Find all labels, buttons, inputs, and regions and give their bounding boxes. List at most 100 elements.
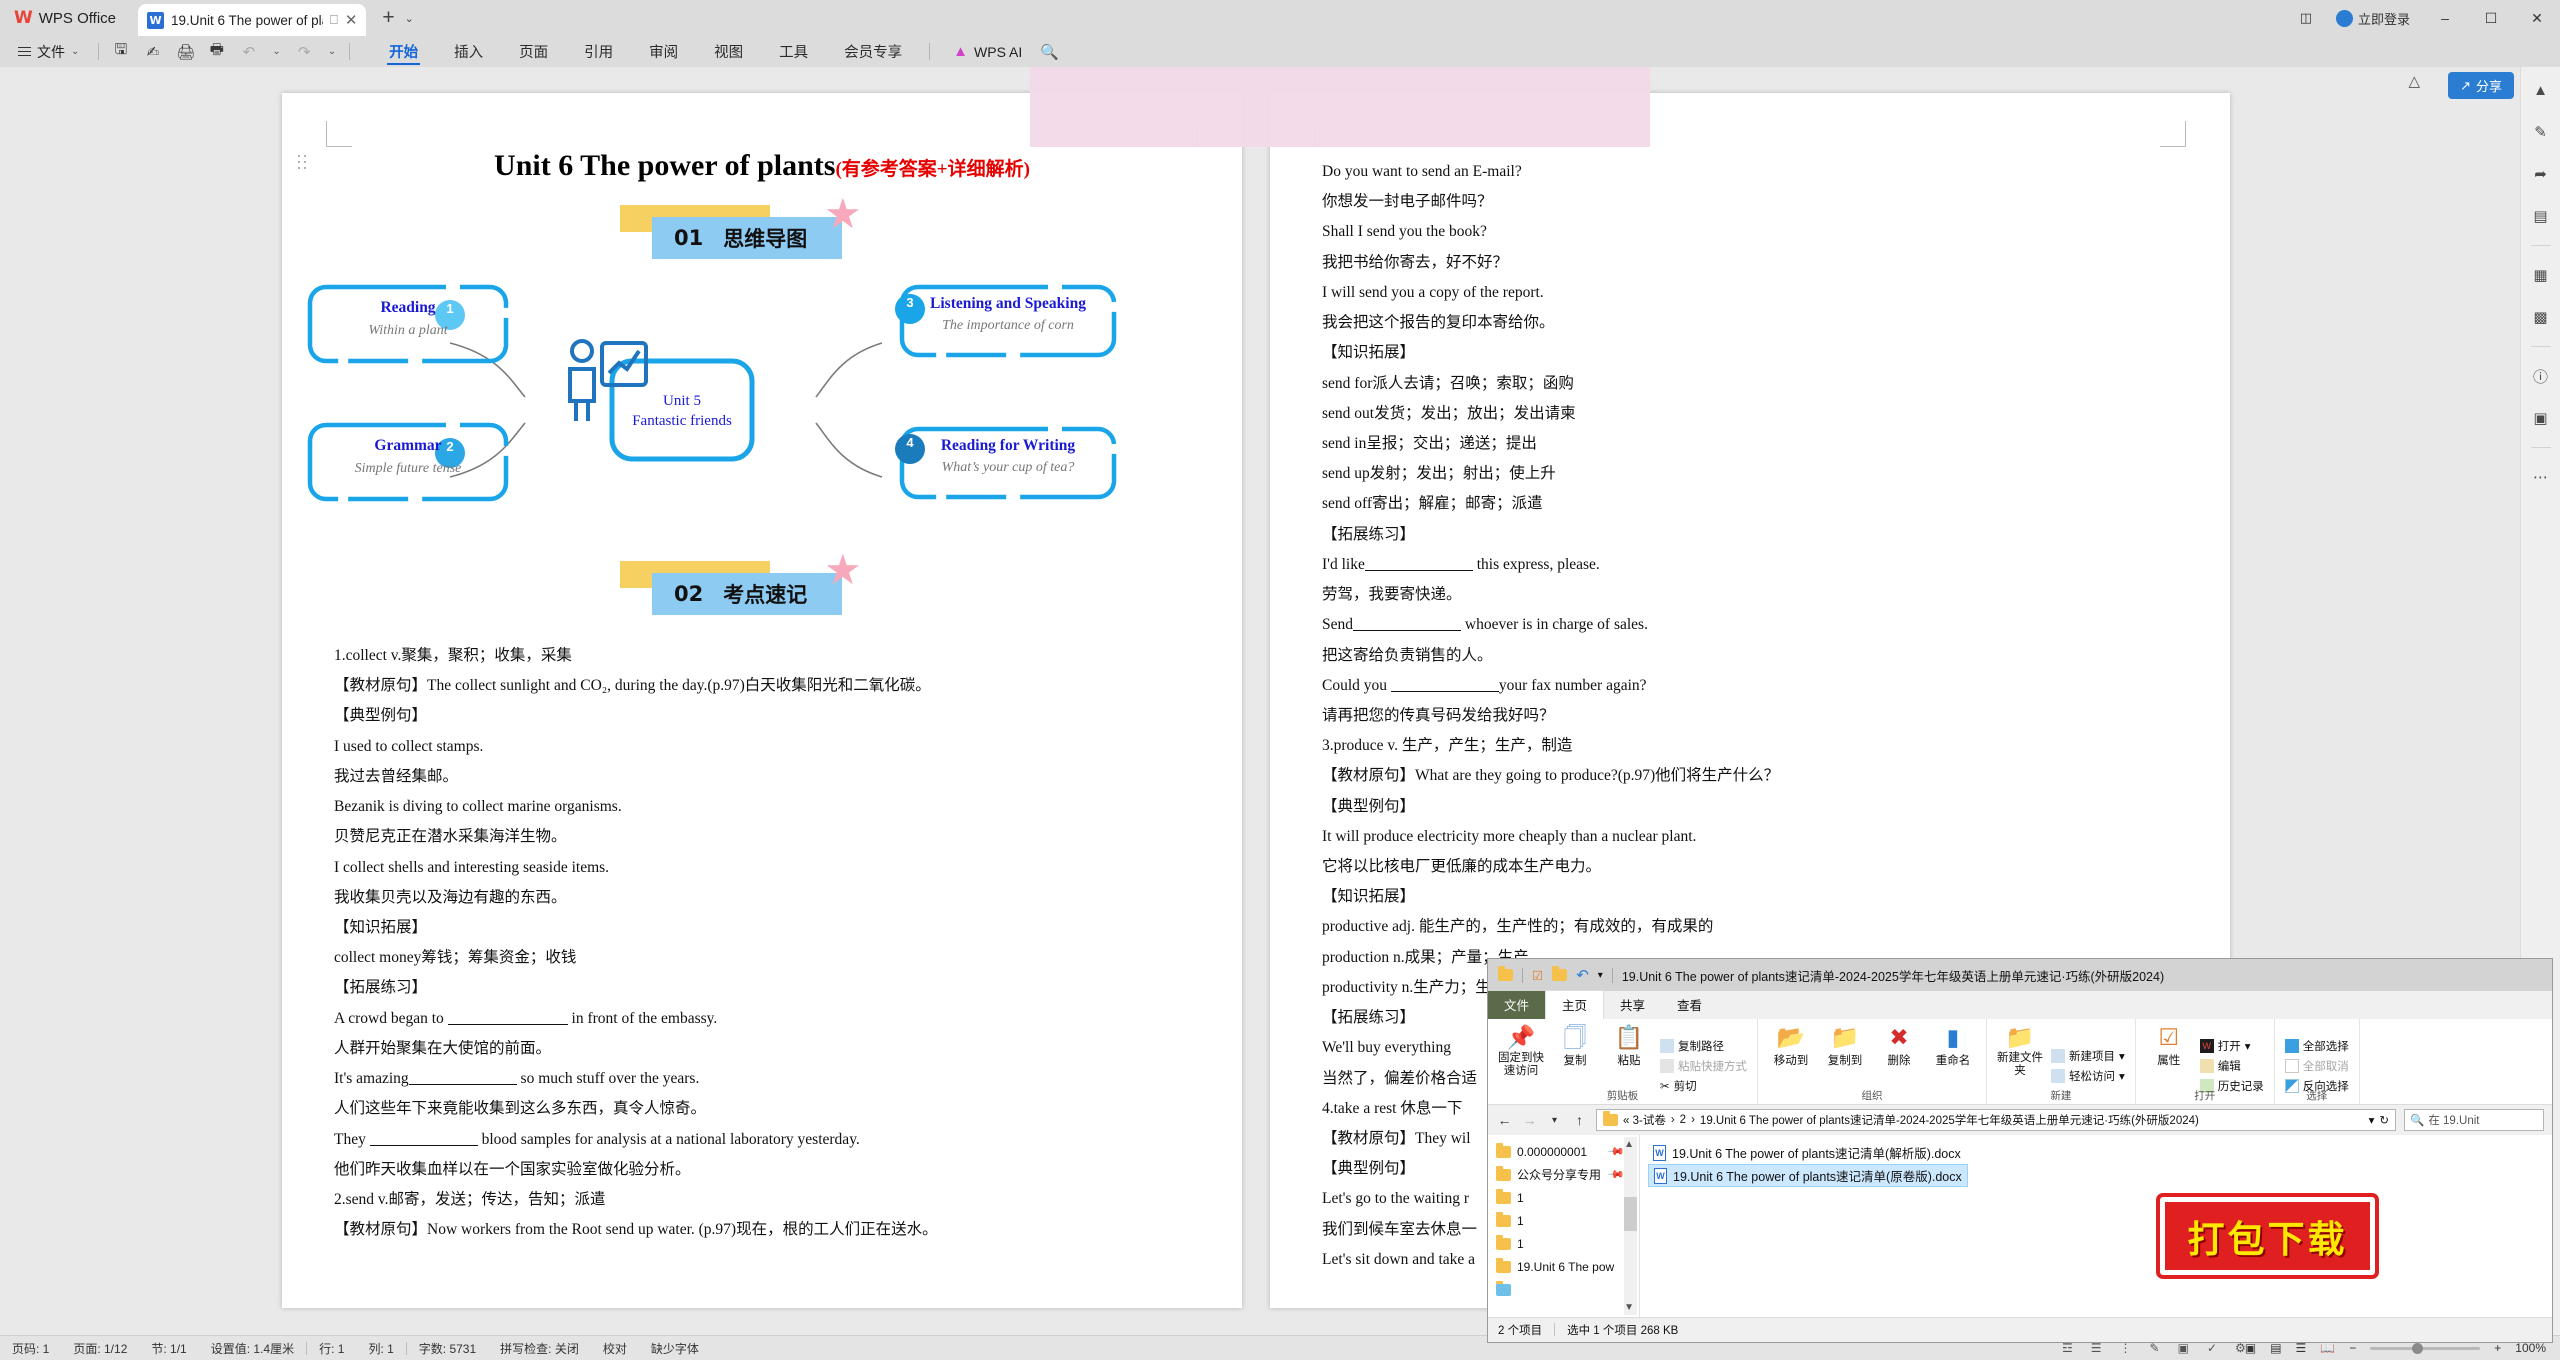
tree-item[interactable]: 公众号分享专用 📌: [1496, 1163, 1639, 1186]
answer-blank[interactable]: [1364, 569, 1473, 571]
minimize-button[interactable]: –: [2422, 0, 2468, 36]
collapse-ribbon-icon[interactable]: △: [2408, 72, 2420, 90]
undo-caret-icon[interactable]: ⌄: [272, 46, 280, 57]
chevron-down-icon[interactable]: ▾: [2245, 1039, 2251, 1053]
answer-blank[interactable]: [408, 1084, 517, 1086]
tree-item[interactable]: 1: [1496, 1186, 1639, 1209]
tray-icon[interactable]: ▣: [2178, 1341, 2189, 1355]
tree-item[interactable]: 1: [1496, 1232, 1639, 1255]
print-preview-icon[interactable]: 🖶: [208, 39, 225, 64]
restore-layout-icon[interactable]: ◫: [2288, 0, 2324, 36]
list-item[interactable]: W 19.Unit 6 The power of plants速记清单(原卷版)…: [1648, 1164, 1968, 1187]
tab-member-exclusive[interactable]: 会员专享: [826, 36, 920, 67]
pen-icon[interactable]: ✎: [2528, 119, 2554, 145]
search-icon[interactable]: 🔍: [1040, 43, 1059, 61]
recent-locations-icon[interactable]: ▾: [1546, 1115, 1563, 1126]
page-1-body[interactable]: 1.collect v.聚集，聚积；收集，采集 【教材原句】The collec…: [334, 641, 1190, 1245]
redo-icon[interactable]: ↷: [296, 43, 313, 61]
tab-view[interactable]: 查看: [1661, 991, 1718, 1019]
text-box-icon[interactable]: ▤: [2528, 203, 2554, 229]
new-item-button[interactable]: 新建项目 ▾: [2051, 1048, 2125, 1064]
document-page-1[interactable]: Unit 6 The power of plants(有参考答案+详细解析) 0…: [282, 93, 1242, 1308]
tree-item[interactable]: [1496, 1278, 1639, 1301]
tab-file[interactable]: 文件: [1488, 991, 1546, 1019]
refresh-icon[interactable]: ↻: [2379, 1113, 2389, 1127]
tab-insert[interactable]: 插入: [436, 36, 501, 67]
close-tab-icon[interactable]: ✕: [345, 13, 358, 28]
scroll-up-icon[interactable]: ▲: [2528, 77, 2554, 103]
chevron-down-icon[interactable]: ▾: [2119, 1049, 2125, 1063]
tab-tools[interactable]: 工具: [761, 36, 826, 67]
tab-start[interactable]: 开始: [371, 36, 436, 67]
edit-button[interactable]: 编辑: [2199, 1058, 2264, 1074]
tree-item[interactable]: 19.Unit 6 The pow: [1496, 1255, 1639, 1278]
image-icon[interactable]: ▣: [2528, 405, 2554, 431]
file-explorer-window[interactable]: ☑ ↶ ▾ 19.Unit 6 The power of plants速记清单-…: [1487, 958, 2553, 1343]
status-word-count[interactable]: 字数: 5731: [407, 1340, 488, 1357]
document-tab[interactable]: W 19.Unit 6 The power of plan ⎕ ✕: [138, 4, 367, 36]
answer-blank[interactable]: [369, 1144, 478, 1146]
chevron-down-icon[interactable]: ▾: [1598, 970, 1603, 981]
account-login[interactable]: 立即登录: [2324, 0, 2422, 36]
tray-icon[interactable]: ✎: [2150, 1341, 2160, 1355]
chevron-down-icon[interactable]: ⌄: [405, 12, 414, 25]
scroll-up-icon[interactable]: ▲: [1624, 1139, 1634, 1150]
breadcrumb-item-3[interactable]: 19.Unit 6 The power of plants速记清单-2024-2…: [1700, 1112, 2199, 1128]
undo-icon[interactable]: ↶: [240, 43, 257, 61]
new-tab-button[interactable]: +: [382, 6, 394, 30]
wps-ai-button[interactable]: ▲ WPS AI: [953, 43, 1022, 60]
tab-review[interactable]: 审阅: [631, 36, 696, 67]
navigation-pane[interactable]: 0.000000001 📌 公众号分享专用 📌 1 1 1 19.Unit 6 Th…: [1488, 1135, 1640, 1317]
tray-icon[interactable]: ✓: [2207, 1341, 2217, 1355]
print-icon[interactable]: 🖨: [176, 43, 195, 61]
tab-view[interactable]: 视图: [696, 36, 761, 67]
chevron-down-icon[interactable]: ▾: [2369, 1113, 2375, 1127]
redo-caret-icon[interactable]: ⌄: [328, 46, 336, 57]
new-folder-quick-icon[interactable]: [1552, 966, 1568, 981]
status-missing-font[interactable]: 缺少字体: [639, 1340, 711, 1357]
help-icon[interactable]: ⓘ: [2528, 363, 2554, 389]
tab-page[interactable]: 页面: [501, 36, 566, 67]
forward-icon[interactable]: →: [1521, 1112, 1538, 1128]
copy-path-button[interactable]: 复制路径: [1660, 1038, 1747, 1054]
close-window-button[interactable]: ✕: [2514, 0, 2560, 36]
list-item[interactable]: W 19.Unit 6 The power of plants速记清单(解析版)…: [1648, 1141, 1966, 1164]
properties-quick-icon[interactable]: ☑: [1532, 968, 1543, 983]
open-button[interactable]: W 打开 ▾: [2199, 1038, 2264, 1054]
tree-item[interactable]: 1: [1496, 1209, 1639, 1232]
cursor-select-icon[interactable]: ➦: [2528, 161, 2554, 187]
tree-item[interactable]: 0.000000001 📌: [1496, 1140, 1639, 1163]
more-options-icon[interactable]: ⋯: [2528, 464, 2554, 490]
breadcrumb-item-2[interactable]: 2: [1680, 1114, 1686, 1126]
status-spellcheck[interactable]: 拼写检查: 关闭: [488, 1340, 591, 1357]
tray-icon[interactable]: ☰: [2091, 1341, 2102, 1355]
answer-blank[interactable]: [1353, 630, 1461, 632]
back-icon[interactable]: ←: [1496, 1112, 1513, 1128]
paste-shortcut-button[interactable]: 粘贴快捷方式: [1660, 1058, 1747, 1074]
status-proofread[interactable]: 校对: [591, 1340, 639, 1357]
select-none-button[interactable]: 全部取消: [2284, 1058, 2349, 1074]
table-icon[interactable]: ▦: [2528, 262, 2554, 288]
tray-icon[interactable]: ⋮: [2120, 1341, 2132, 1355]
select-all-button[interactable]: 全部选择: [2284, 1038, 2349, 1054]
tab-reference[interactable]: 引用: [566, 36, 631, 67]
monitor-icon[interactable]: ⎕: [330, 12, 338, 28]
chevron-down-icon[interactable]: ▾: [2119, 1069, 2125, 1083]
tab-home[interactable]: 主页: [1545, 990, 1605, 1019]
breadcrumb-item-1[interactable]: « 3-试卷: [1623, 1112, 1666, 1128]
scroll-down-icon[interactable]: ▼: [1624, 1302, 1634, 1313]
up-icon[interactable]: ↑: [1571, 1112, 1588, 1128]
answer-blank[interactable]: [1390, 690, 1499, 692]
tab-share[interactable]: 共享: [1604, 991, 1661, 1019]
easy-access-button[interactable]: 轻松访问 ▾: [2051, 1068, 2125, 1084]
breadcrumb[interactable]: « 3-试卷 › 2 › 19.Unit 6 The power of plan…: [1596, 1109, 2396, 1131]
chart-icon[interactable]: ▩: [2528, 304, 2554, 330]
maximize-button[interactable]: ☐: [2468, 0, 2514, 36]
file-menu-button[interactable]: 文件 ⌄: [0, 42, 89, 62]
file-list[interactable]: W 19.Unit 6 The power of plants速记清单(解析版)…: [1640, 1135, 2552, 1317]
drag-handle[interactable]: [298, 155, 307, 173]
answer-blank[interactable]: [447, 1023, 568, 1025]
tray-icon[interactable]: ☲: [2062, 1341, 2073, 1355]
tray-icon[interactable]: ⚙: [2235, 1341, 2246, 1355]
undo-quick-icon[interactable]: ↶: [1576, 966, 1589, 984]
